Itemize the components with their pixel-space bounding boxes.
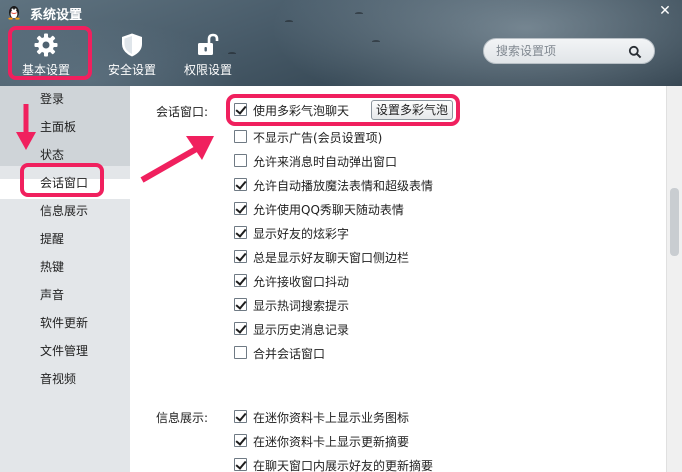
bird-decoration (372, 40, 380, 43)
search-icon[interactable] (628, 45, 642, 59)
highlight-box-basic-settings (8, 26, 92, 80)
scrollbar-thumb[interactable] (670, 188, 679, 256)
checkbox[interactable] (234, 202, 247, 215)
checkbox[interactable] (234, 130, 247, 143)
tab-security-settings[interactable]: 安全设置 (96, 30, 168, 80)
sidebar: 登录 主面板 状态 会话窗口 信息展示 提醒 热键 声音 软件更新 文件管理 音… (0, 86, 130, 472)
checkbox[interactable] (234, 434, 247, 447)
checkbox[interactable] (234, 410, 247, 423)
option-label: 允许使用QQ秀聊天随动表情 (253, 203, 404, 217)
option-label: 允许自动播放魔法表情和超级表情 (253, 179, 434, 193)
option-label: 合并会话窗口 (253, 347, 326, 361)
checkbox[interactable] (234, 298, 247, 311)
option-label: 总是显示好友聊天窗口侧边栏 (253, 251, 410, 265)
option-label: 在聊天窗口内展示好友的更新摘要 (253, 459, 434, 472)
option-label: 允许来消息时自动弹出窗口 (253, 155, 398, 169)
checkbox[interactable] (234, 226, 247, 239)
checkbox[interactable] (234, 154, 247, 167)
window-title: 系统设置 (30, 8, 83, 23)
sidebar-item-file-management[interactable]: 文件管理 (40, 342, 88, 359)
option-label: 不显示广告(会员设置项) (253, 131, 383, 145)
checkbox[interactable] (234, 458, 247, 471)
header-banner: 系统设置 ✕ 基本设置 安全设置 权限设置 搜索设置项 (0, 0, 682, 86)
option-label: 显示热词搜索提示 (253, 299, 350, 313)
baidu-jingyan-watermark: Bai 经验 jingyan.baidu.com (520, 402, 655, 443)
section-label-info: 信息展示: (156, 411, 209, 425)
search-box[interactable] (483, 38, 655, 64)
checkbox[interactable] (234, 322, 247, 335)
close-button[interactable]: ✕ (654, 2, 676, 20)
checkbox[interactable] (234, 178, 247, 191)
sidebar-item-software-update[interactable]: 软件更新 (40, 314, 88, 331)
tab-security-settings-label: 安全设置 (107, 63, 156, 77)
option-label: 在迷你资料卡上显示业务图标 (253, 411, 410, 425)
section-label-session: 会话窗口: (156, 105, 209, 119)
option-label: 允许接收窗口抖动 (253, 275, 350, 289)
title-bar[interactable]: 系统设置 ✕ (0, 0, 682, 24)
option-label: 显示好友的炫彩字 (253, 227, 350, 241)
shield-icon (122, 33, 142, 57)
sidebar-item-hotkeys[interactable]: 热键 (40, 258, 64, 275)
svg-text:Bai: Bai (520, 402, 563, 430)
sidebar-item-login[interactable]: 登录 (40, 90, 64, 107)
highlight-box-session-window (20, 163, 104, 197)
tab-permission-settings[interactable]: 权限设置 (172, 30, 244, 80)
highlight-box-colorful-bubble (226, 94, 460, 126)
unlock-icon (198, 33, 219, 55)
svg-text:jingyan.baidu.com: jingyan.baidu.com (531, 432, 615, 442)
sidebar-item-reminder[interactable]: 提醒 (40, 230, 64, 247)
checkbox[interactable] (234, 274, 247, 287)
checkbox[interactable] (234, 346, 247, 359)
option-label: 在迷你资料卡上显示更新摘要 (253, 435, 410, 449)
sidebar-item-info-display[interactable]: 信息展示 (40, 202, 88, 219)
qq-penguin-icon (8, 6, 20, 20)
svg-text:经验: 经验 (614, 405, 654, 429)
sidebar-item-main-panel[interactable]: 主面板 (40, 118, 76, 135)
sidebar-item-status[interactable]: 状态 (40, 146, 64, 163)
option-label: 显示历史消息记录 (253, 323, 350, 337)
sidebar-item-audio-video[interactable]: 音视频 (40, 370, 76, 387)
tab-permission-settings-label: 权限设置 (183, 63, 232, 77)
sidebar-item-sound[interactable]: 声音 (40, 286, 64, 303)
search-input[interactable] (496, 43, 626, 59)
checkbox[interactable] (234, 250, 247, 263)
